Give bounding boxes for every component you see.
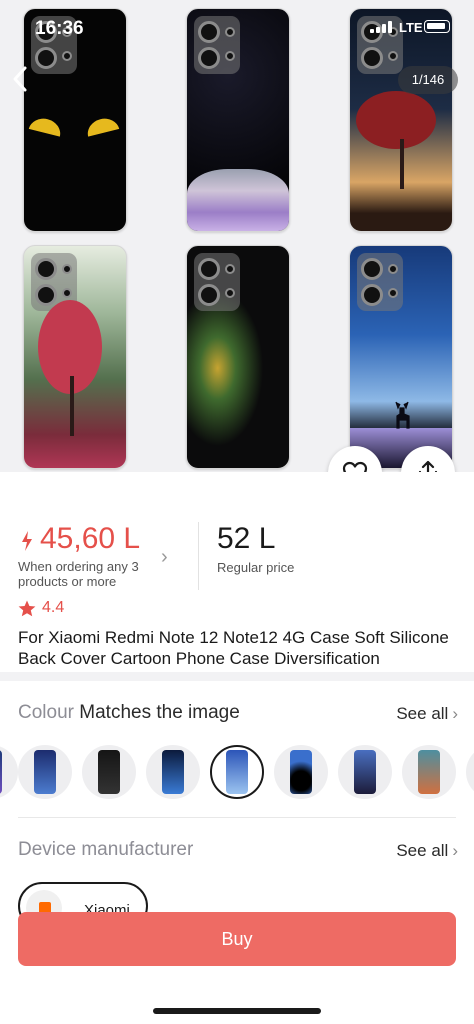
rating[interactable]: 4.4 (18, 598, 64, 618)
manufacturer-section-header: Device manufacturer See all › (18, 839, 458, 865)
chevron-right-icon[interactable]: › (161, 546, 168, 569)
product-title: For Xiaomi Redmi Note 12 Note12 4G Case … (18, 628, 449, 668)
colour-section-header: Colour Matches the image See all › (18, 702, 458, 728)
price-divider (198, 522, 199, 590)
case-image-red-tree-night (349, 8, 453, 232)
case-image-galaxy (186, 245, 290, 469)
regular-price-label: Regular price (217, 560, 295, 575)
chevron-right-icon: › (452, 704, 458, 723)
back-button[interactable] (10, 64, 38, 96)
colour-swatch[interactable] (466, 745, 474, 799)
chevron-right-icon: › (452, 841, 458, 860)
case-image-red-tree-field (23, 245, 127, 469)
colour-swatch[interactable] (338, 745, 392, 799)
camera-module (357, 253, 403, 311)
section-separator (0, 672, 474, 681)
colour-see-all[interactable]: See all › (396, 704, 458, 724)
colour-swatch[interactable] (274, 745, 328, 799)
colour-label: Colour (18, 702, 74, 723)
lightning-icon (22, 531, 32, 551)
see-all-label: See all (396, 841, 449, 860)
network-type: LTE (399, 20, 423, 35)
see-all-label: See all (396, 704, 449, 723)
manufacturer-see-all[interactable]: See all › (396, 841, 458, 861)
deer-silhouette (395, 401, 410, 429)
sale-price: 45,60 L (40, 522, 141, 555)
case-image-eyes (23, 8, 127, 232)
status-time: 16:36 (35, 18, 84, 39)
colour-swatch[interactable] (18, 745, 72, 799)
case-image-space-clouds (186, 8, 290, 232)
heart-icon (342, 461, 368, 472)
price-block: 45,60 L When ordering any 3 products or … (18, 522, 458, 592)
colour-swatch[interactable] (146, 745, 200, 799)
signal-icon (370, 21, 394, 33)
colour-swatch[interactable] (402, 745, 456, 799)
star-icon (18, 600, 36, 616)
buy-button[interactable]: Buy (18, 912, 456, 966)
bulk-condition: When ordering any 3 products or more (18, 559, 139, 589)
case-image-deer (349, 245, 453, 469)
section-divider (18, 817, 456, 818)
colour-swatches (0, 743, 474, 801)
share-icon (418, 460, 438, 472)
colour-value: Matches the image (79, 702, 240, 723)
home-indicator (153, 1008, 321, 1014)
image-counter: 1/146 (398, 66, 458, 94)
product-page: 16:36 LTE 1/146 45,60 L When ordering an… (0, 0, 474, 1024)
colour-swatch[interactable] (0, 745, 18, 799)
manufacturer-label: Device manufacturer (18, 839, 194, 860)
rating-value: 4.4 (42, 599, 65, 616)
regular-price: 52 L (217, 522, 276, 555)
colour-swatch-selected[interactable] (210, 745, 264, 799)
battery-icon (424, 20, 450, 33)
colour-swatch[interactable] (82, 745, 136, 799)
camera-module (194, 253, 240, 311)
chevron-left-icon (13, 66, 27, 92)
product-image-gallery[interactable]: 16:36 LTE 1/146 (0, 0, 474, 472)
camera-module (194, 16, 240, 74)
